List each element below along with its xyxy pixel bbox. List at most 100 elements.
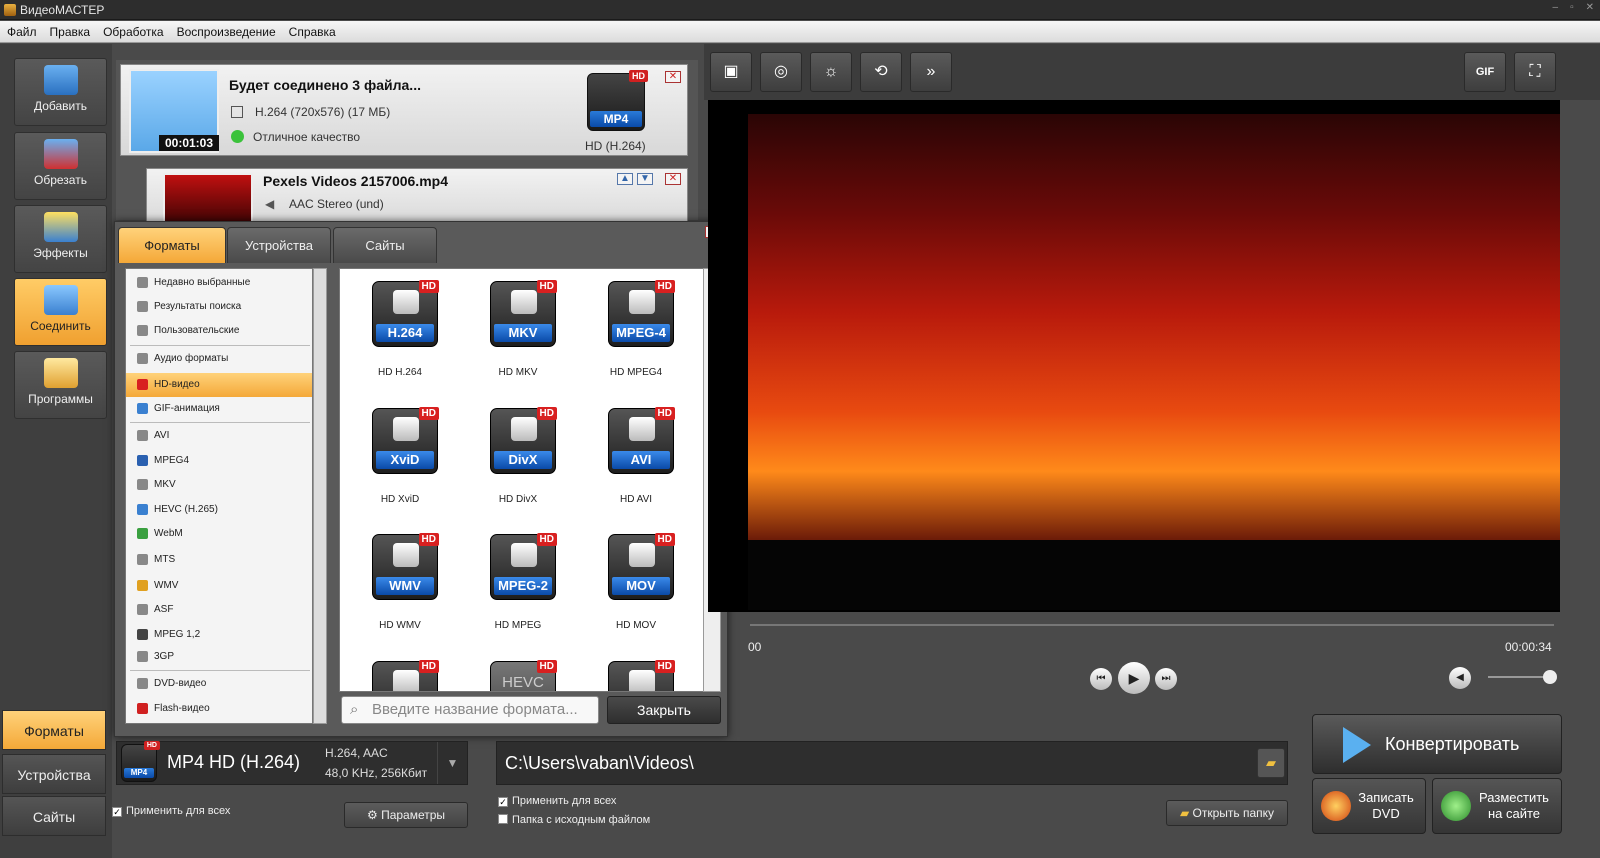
convert-arrow-icon <box>1343 727 1371 763</box>
category-mpeg4[interactable]: MPEG4 <box>126 449 312 473</box>
format-tile-partial[interactable]: HD <box>581 651 691 691</box>
bottom-tab-formats[interactable]: Форматы <box>2 710 106 750</box>
format-tile-divx[interactable]: HD DivX HD DivX <box>463 398 573 518</box>
previous-icon[interactable]: ⏮ <box>1090 668 1112 690</box>
move-up-icon[interactable]: ▲ <box>617 173 633 185</box>
stabilize-icon[interactable]: ◎ <box>760 52 802 92</box>
category-search-results[interactable]: Результаты поиска <box>126 295 312 319</box>
tab-formats[interactable]: Форматы <box>118 227 226 263</box>
maximize-icon[interactable]: ▫ <box>1570 2 1574 13</box>
speaker-icon: ◀ <box>265 197 275 211</box>
sidebar-item-add[interactable]: Добавить <box>14 58 107 126</box>
seek-bar[interactable] <box>750 624 1554 626</box>
button-label: Разместить <box>1479 790 1549 805</box>
format-tile-mpeg4[interactable]: HD MPEG-4 HD MPEG4 <box>581 271 691 391</box>
volume-knob[interactable] <box>1543 670 1557 684</box>
video-camera-icon: HD DivX <box>490 407 557 474</box>
upload-button[interactable]: Разместить на сайте <box>1432 778 1562 834</box>
category-mts[interactable]: MTS <box>126 548 312 572</box>
format-tile-wmv[interactable]: HD WMV HD WMV <box>345 524 455 644</box>
format-tile-mpeg2[interactable]: HD MPEG-2 HD MPEG <box>463 524 573 644</box>
merged-file-item[interactable]: 00:01:03 Будет соединено 3 файла... H.26… <box>120 64 688 156</box>
brightness-icon[interactable]: ☼ <box>810 52 852 92</box>
bottom-tab-sites[interactable]: Сайты <box>2 796 106 836</box>
volume-icon[interactable]: ◀ <box>1449 667 1471 689</box>
speed-icon[interactable]: » <box>910 52 952 92</box>
next-icon[interactable]: ⏭ <box>1155 668 1177 690</box>
video-preview[interactable] <box>708 100 1560 612</box>
file-item[interactable]: Pexels Videos 2157006.mp4 ◀ AAC Stereo (… <box>146 168 688 228</box>
apply-all-checkbox[interactable]: ✓ Применить для всех <box>112 805 230 817</box>
menu-item-help[interactable]: Справка <box>289 25 336 39</box>
format-search-input[interactable]: ⌕ Введите название формата... <box>341 696 599 724</box>
minimize-icon[interactable]: – <box>1553 2 1559 13</box>
parameters-button[interactable]: ⚙ Параметры <box>344 802 468 828</box>
mp4-format-icon: HD MP4 <box>121 741 160 782</box>
format-tile-xvid[interactable]: HD XviD HD XviD <box>345 398 455 518</box>
category-asf[interactable]: ASF <box>126 598 312 622</box>
sidebar-item-programs[interactable]: Программы <box>14 351 107 419</box>
format-tile-avi[interactable]: HD AVI HD AVI <box>581 398 691 518</box>
category-dvd[interactable]: DVD-видео <box>126 672 312 696</box>
sidebar-item-effects[interactable]: Эффекты <box>14 205 107 273</box>
output-path-field[interactable]: C:\Users\vaban\Videos\ ▰ <box>496 741 1288 785</box>
sidebar-item-join[interactable]: Соединить <box>14 278 107 346</box>
chevron-down-icon[interactable]: ▼ <box>437 742 467 784</box>
category-flash[interactable]: Flash-видео <box>126 697 312 721</box>
category-hevc[interactable]: HEVC (H.265) <box>126 498 312 522</box>
sidebar-item-label: Программы <box>28 392 93 406</box>
format-tile-partial[interactable]: HD <box>345 651 455 691</box>
output-format-selector[interactable]: HD MP4 MP4 HD (H.264) H.264, AAC 48,0 KH… <box>116 741 468 785</box>
category-mpeg12[interactable]: MPEG 1,2 <box>126 623 312 647</box>
sidebar-item-trim[interactable]: Обрезать <box>14 132 107 200</box>
category-recent[interactable]: Недавно выбранные <box>126 271 312 295</box>
codec-line-1: H.264, AAC <box>325 746 388 760</box>
tab-sites[interactable]: Сайты <box>333 227 437 263</box>
category-gif[interactable]: GIF-анимация <box>126 397 312 421</box>
convert-button[interactable]: Конвертировать <box>1312 714 1562 774</box>
category-wmv[interactable]: WMV <box>126 574 312 598</box>
category-scrollbar[interactable] <box>313 268 327 724</box>
format-tile-mov[interactable]: HD MOV HD MOV <box>581 524 691 644</box>
format-caption: HD XviD <box>380 494 420 505</box>
close-icon[interactable]: ✕ <box>1586 2 1594 13</box>
divider <box>130 422 310 423</box>
format-caption: HD MOV <box>616 620 656 631</box>
fullscreen-icon[interactable]: ⛶ <box>1514 52 1556 92</box>
source-folder-checkbox[interactable]: Папка с исходным файлом <box>498 814 650 826</box>
checkbox-label: Папка с исходным файлом <box>512 814 651 826</box>
menu-item-playback[interactable]: Воспроизведение <box>177 25 276 39</box>
format-tile-h264[interactable]: HD H.264 HD H.264 <box>345 271 455 391</box>
category-custom[interactable]: Пользовательские <box>126 319 312 343</box>
format-tile-hevc[interactable]: HD HEVC <box>463 651 573 691</box>
app-icon <box>4 3 16 16</box>
folder-icon[interactable]: ▰ <box>1257 748 1285 778</box>
tab-devices[interactable]: Устройства <box>227 227 331 263</box>
close-dialog-button[interactable]: Закрыть <box>607 696 721 724</box>
burn-dvd-button[interactable]: Записать DVD <box>1312 778 1426 834</box>
menu-item-edit[interactable]: Правка <box>50 25 91 39</box>
category-webm[interactable]: WebM <box>126 522 312 546</box>
menu-item-file[interactable]: Файл <box>7 25 37 39</box>
join-icon <box>43 285 78 315</box>
play-icon[interactable]: ▶ <box>1118 662 1150 694</box>
category-hd-video[interactable]: HD-видео <box>126 373 312 397</box>
category-avi[interactable]: AVI <box>126 424 312 448</box>
move-down-icon[interactable]: ▼ <box>637 173 653 185</box>
menu-item-process[interactable]: Обработка <box>103 25 164 39</box>
apply-all-right-checkbox[interactable]: ✓ Применить для всех <box>498 795 616 807</box>
category-mkv[interactable]: MKV <box>126 473 312 497</box>
category-audio[interactable]: Аудио форматы <box>126 347 312 371</box>
category-3gp[interactable]: 3GP <box>126 645 312 669</box>
bottom-tab-devices[interactable]: Устройства <box>2 754 106 794</box>
preview-toolbar: ▣ ◎ ☼ ⟲ » GIF ⛶ <box>704 44 1600 100</box>
rotate-icon[interactable]: ⟲ <box>860 52 902 92</box>
remove-file-icon[interactable]: ✕ <box>665 173 681 185</box>
category-label: Flash-видео <box>154 703 210 714</box>
format-tile-mkv[interactable]: HD MKV HD MKV <box>463 271 573 391</box>
remove-file-icon[interactable]: ✕ <box>665 71 681 83</box>
crop-icon[interactable]: ▣ <box>710 52 752 92</box>
open-folder-button[interactable]: ▰ Открыть папку <box>1166 800 1288 826</box>
gif-button[interactable]: GIF <box>1464 52 1506 92</box>
video-camera-icon: HD H.264 <box>372 280 439 347</box>
